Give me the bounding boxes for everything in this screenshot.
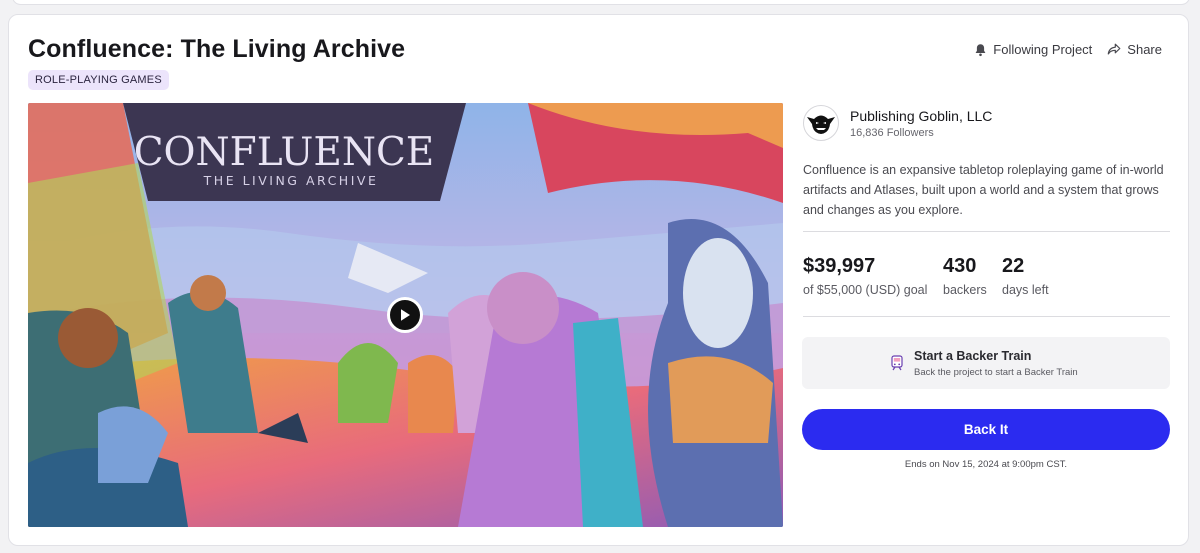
project-description: Confluence is an expansive tabletop role… — [803, 163, 1164, 217]
follow-project-button[interactable]: Following Project — [974, 42, 1092, 57]
days-count: 22 — [1002, 255, 1025, 277]
cover-logo-title: CONFLUENCE — [134, 130, 435, 175]
project-card: Confluence: The Living Archive ROLE-PLAY… — [8, 14, 1189, 546]
days-left-stat: 22 days left — [1002, 255, 1049, 297]
train-icon — [891, 355, 903, 371]
divider-bottom — [803, 316, 1170, 317]
goblin-logo — [807, 115, 835, 134]
share-arrow-icon — [1107, 43, 1121, 55]
campaign-end-date: Ends on Nov 15, 2024 at 9:00pm CST. — [904, 459, 1068, 470]
cover-logo-subtitle: THE LIVING ARCHIVE — [203, 173, 379, 188]
back-it-button[interactable]: Back It — [802, 409, 1170, 450]
funding-stats: $39,997 of $55,000 (USD) goal 430 backer… — [803, 255, 1049, 297]
follow-label: Following Project — [993, 42, 1093, 57]
creator-followers: 16,836 Followers — [850, 126, 934, 139]
share-label: Share — [1127, 42, 1162, 57]
project-video[interactable]: CONFLUENCE THE LIVING ARCHIVE — [28, 103, 783, 527]
creator-avatar[interactable] — [803, 105, 839, 141]
backers-label: backers — [943, 283, 987, 297]
play-video-button[interactable] — [387, 297, 423, 333]
creator-name[interactable]: Publishing Goblin, LLC — [850, 108, 992, 124]
backers-stat: 430 backers — [943, 255, 1002, 297]
header-actions: Following Project Share — [974, 42, 1162, 57]
previous-card-edge — [12, 0, 1190, 5]
play-icon — [401, 309, 410, 321]
backer-train-subtitle: Back the project to start a Backer Train — [914, 366, 1078, 378]
days-label: days left — [1002, 283, 1049, 297]
backers-count: 430 — [943, 255, 977, 277]
backer-train-title: Start a Backer Train — [914, 348, 1032, 363]
backer-train-button[interactable]: Start a Backer Train Back the project to… — [802, 337, 1170, 389]
pledged-stat: $39,997 of $55,000 (USD) goal — [803, 255, 943, 297]
project-title: Confluence: The Living Archive — [28, 35, 406, 63]
pledged-amount: $39,997 — [803, 255, 876, 277]
divider-top — [803, 231, 1170, 232]
pledged-goal: of $55,000 (USD) goal — [803, 283, 928, 297]
creator-info: Publishing Goblin, LLC 16,836 Followers — [803, 105, 992, 141]
category-tag[interactable]: ROLE-PLAYING GAMES — [28, 70, 169, 90]
bell-icon — [975, 43, 986, 56]
share-button[interactable]: Share — [1107, 42, 1162, 57]
